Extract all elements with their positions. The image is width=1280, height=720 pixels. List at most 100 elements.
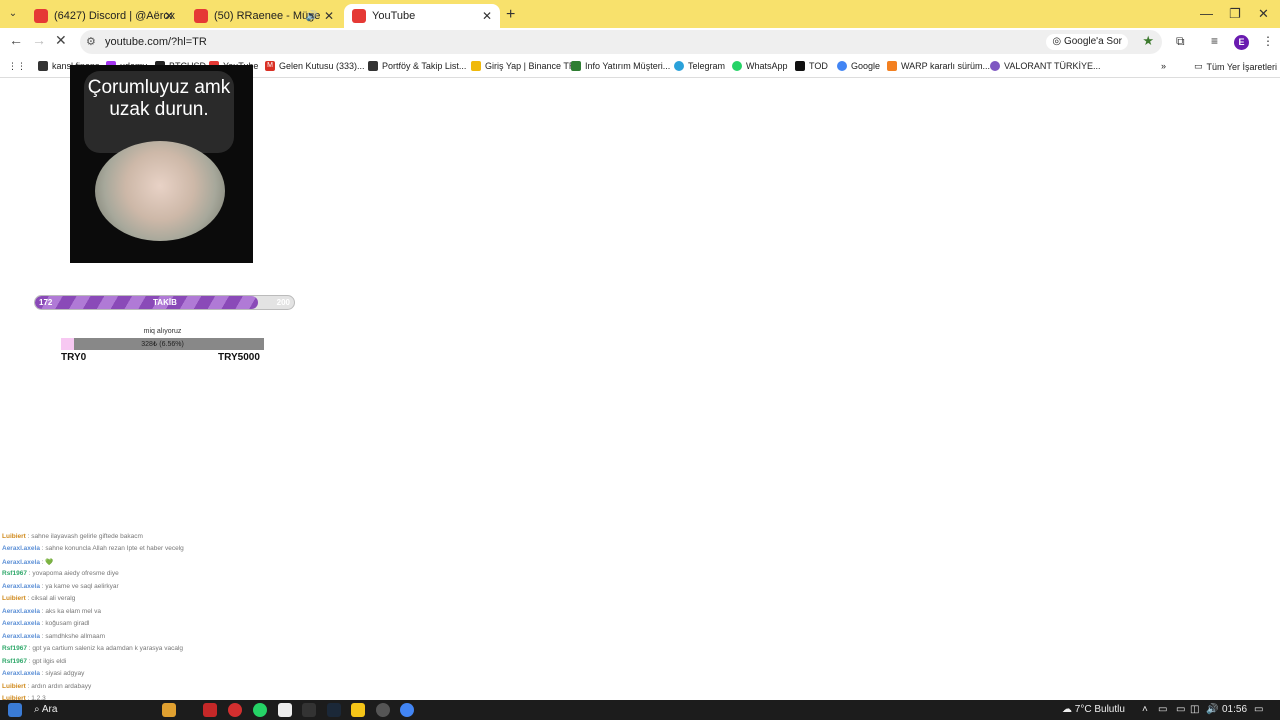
donation-goal-amount: 328₺ (6.56%): [141, 341, 184, 348]
donation-min: TRY0: [61, 352, 87, 363]
bookmark-gmail[interactable]: M Gelen Kutusu (333)...: [265, 61, 365, 71]
taskbar-widget-icon[interactable]: [162, 703, 176, 717]
more-bookmarks-icon[interactable]: »: [1161, 61, 1166, 71]
bookmark-investing[interactable]: Portföy & Takip List...: [368, 61, 466, 71]
chat-username: Aeraxl.axela: [2, 607, 40, 615]
bookmark-tod[interactable]: TOD: [795, 61, 828, 71]
close-icon[interactable]: ✕: [482, 9, 492, 23]
close-window-button[interactable]: ✕: [1258, 6, 1269, 22]
investing-icon: [368, 61, 378, 71]
google-lens-icon: ◎: [1052, 36, 1064, 47]
chat-text: : samdhkshe allmaam: [39, 632, 105, 640]
opera-icon[interactable]: [228, 703, 242, 717]
search-icon: ⌕: [34, 704, 42, 715]
address-bar[interactable]: ⚙ youtube.com/?hl=TR ◎ Google'a Sor ★: [80, 30, 1162, 54]
whatsapp-icon: [732, 61, 742, 71]
tab-muge-anli[interactable]: (50) RRaenee - Müge Anlı ile 🔊 ✕: [186, 4, 342, 28]
bookmark-google[interactable]: Google: [837, 61, 880, 71]
taskbar-search[interactable]: ⌕ Ara: [34, 704, 57, 715]
chat-text: : sahne konuncla Allah rezan Ipte et hab…: [39, 545, 184, 552]
time-display[interactable]: 01:56: [1222, 704, 1247, 715]
restore-button[interactable]: ❐: [1229, 6, 1241, 22]
bookmark-label: WARP kararlı sürüm...: [901, 61, 991, 71]
chat-username: Rsf1967: [2, 645, 27, 652]
site-info-icon[interactable]: ⚙: [86, 35, 96, 48]
close-icon[interactable]: ✕: [164, 9, 174, 23]
bookmark-label: WhatsApp: [746, 61, 788, 71]
browser-toolbar: ← → ✕ ⚙ youtube.com/?hl=TR ◎ Google'a So…: [0, 28, 1280, 56]
all-bookmarks-label: Tüm Yer İşaretleri: [1206, 61, 1278, 72]
binance-icon: [471, 61, 481, 71]
apps-icon[interactable]: ⋮⋮: [8, 61, 26, 72]
windows-start-icon[interactable]: [8, 703, 22, 717]
tray-icon[interactable]: ▭: [1158, 704, 1167, 715]
chat-text: : aks ka elam mel va: [39, 607, 102, 615]
notification-icon[interactable]: ▭: [1254, 704, 1263, 715]
tab-title: YouTube: [372, 10, 416, 22]
bookmark-label: VALORANT TÜRKİYE...: [1004, 61, 1101, 71]
youtube-favicon-icon: [352, 9, 366, 23]
speaker-icon[interactable]: 🔊: [306, 11, 318, 22]
url-text[interactable]: youtube.com/?hl=TR: [105, 36, 207, 48]
menu-icon[interactable]: ⋮: [1262, 34, 1274, 48]
google-lens-button[interactable]: ◎ Google'a Sor: [1046, 34, 1128, 50]
notes-icon[interactable]: [351, 703, 365, 717]
tab-search-button[interactable]: ⌄: [4, 5, 22, 23]
page-content: Çorumluyuz amk uzak durun. 172 TAKİB 200…: [0, 65, 1280, 702]
weather-text: 7°C Bulutlu: [1074, 704, 1125, 715]
tab-youtube[interactable]: YouTube ✕: [344, 4, 500, 28]
forward-button[interactable]: →: [32, 32, 46, 48]
chat-message: Luibiert : ciksal ali veralg: [2, 595, 75, 602]
chat-username: Aeraxl.axela: [2, 670, 40, 677]
steam-icon[interactable]: [327, 703, 341, 717]
terminal-icon[interactable]: [302, 703, 316, 717]
bookmark-star-icon[interactable]: ★: [1142, 33, 1154, 49]
stop-loading-button[interactable]: ✕: [55, 32, 67, 49]
chrome-icon[interactable]: [400, 703, 414, 717]
bookmark-info-yatirim[interactable]: Info Yatırım Müşteri...: [571, 61, 670, 71]
chat-text: : ardın ardın ardabayy: [25, 682, 92, 690]
chat-text: : 💚: [39, 558, 54, 566]
chat-username: Aeraxl.axela: [2, 558, 40, 566]
tray-icon[interactable]: ◫: [1190, 704, 1199, 715]
new-tab-button[interactable]: +: [506, 6, 515, 24]
tab-title: (6427) Discord | @Aërox: [54, 10, 176, 22]
taskbar-app-icon[interactable]: [203, 703, 217, 717]
tray-chevron-icon[interactable]: ˄: [1142, 704, 1148, 715]
chat-message: Aeraxl.axela : siyasi adgyay: [2, 670, 84, 677]
chat-text: : ciksal ali veralg: [25, 595, 76, 602]
bookmark-label: Google: [851, 61, 881, 71]
obs-icon[interactable]: [376, 703, 390, 717]
follow-current: 172: [39, 298, 53, 307]
donation-max: TRY5000: [218, 352, 260, 363]
bookmark-valorant[interactable]: VALORANT TÜRKİYE...: [990, 61, 1101, 71]
weather-widget[interactable]: ☁ 7°C Bulutlu: [1062, 704, 1125, 715]
bookmark-whatsapp[interactable]: WhatsApp: [732, 61, 788, 71]
minimize-button[interactable]: —: [1200, 6, 1213, 21]
gmail-icon: M: [265, 61, 275, 71]
bookmark-telegram[interactable]: Telegram: [674, 61, 725, 71]
extensions-icon[interactable]: ⧉: [1176, 34, 1185, 49]
chat-message: Aeraxl.axela : aks ka elam mel va: [2, 608, 101, 615]
tab-strip: ⌄ (6427) Discord | @Aërox ✕ (50) RRaenee…: [0, 0, 1280, 28]
profile-avatar[interactable]: E: [1234, 35, 1249, 50]
media-controls-icon[interactable]: ≡: [1211, 34, 1218, 48]
bookmark-label: Gelen Kutusu (333)...: [279, 61, 365, 71]
chat-username: Luibiert: [2, 595, 26, 602]
follow-target: 200: [276, 298, 290, 307]
google-icon: [837, 61, 847, 71]
donation-goal-title: miq alıyoruz: [143, 328, 182, 335]
valorant-icon: [990, 61, 1000, 71]
back-button[interactable]: ←: [9, 32, 23, 48]
volume-icon[interactable]: 🔊: [1206, 704, 1218, 715]
tab-discord[interactable]: (6427) Discord | @Aërox ✕: [26, 4, 182, 28]
all-bookmarks-folder[interactable]: ▭ Tüm Yer İşaretleri: [1194, 61, 1277, 72]
taskbar-search-label: Ara: [41, 704, 58, 715]
whatsapp-icon[interactable]: [253, 703, 267, 717]
chat-message: Luibiert : ardın ardın ardabayy: [2, 683, 91, 690]
bookmark-binance[interactable]: Giriş Yap | Binance TR: [471, 61, 575, 71]
bookmark-warp[interactable]: WARP kararlı sürüm...: [887, 61, 990, 71]
close-icon[interactable]: ✕: [324, 9, 334, 23]
tray-icon[interactable]: ▭: [1176, 704, 1185, 715]
file-icon[interactable]: [278, 703, 292, 717]
